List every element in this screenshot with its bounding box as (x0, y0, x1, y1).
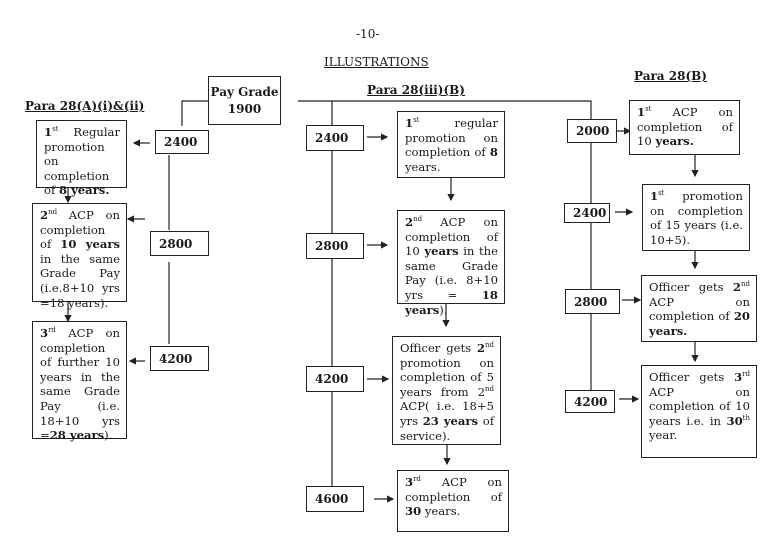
grade-box: 4200 (565, 390, 615, 413)
section-heading-middle: Para 28(iii)(B) (367, 83, 465, 97)
step-box: Officer gets 2nd ACP on completion of 20… (641, 275, 757, 342)
emphasis-text: years. (655, 134, 694, 149)
step-box: 1st promotion on completion of 15 years … (642, 184, 750, 251)
grade-box: 2800 (306, 233, 364, 259)
emphasis-text: 8 (489, 145, 498, 160)
grade-box: 2000 (567, 119, 617, 143)
step-box: 1st ACP on completion of 10 years. (629, 100, 740, 155)
emphasis-text: 28 years (49, 428, 105, 443)
step-box: 1st Regular promotion on completion of 8… (36, 120, 127, 197)
ordinal-suffix: nd (485, 384, 494, 393)
root-value: 1900 (227, 101, 262, 116)
emphasis-text: 30 (726, 413, 743, 428)
grade-box: 4600 (306, 486, 364, 512)
emphasis-text: 3 (40, 326, 49, 340)
step-text: year. (649, 428, 678, 443)
step-text: years. (421, 504, 461, 519)
step-text: ). (104, 428, 113, 443)
step-box: 3rd ACP on completion of further 10 year… (32, 321, 127, 443)
step-box: 2nd ACP on completion of 10 years in the… (397, 210, 505, 317)
ordinal-suffix: nd (48, 208, 58, 217)
connector-root-left (181, 100, 208, 126)
emphasis-text: 30 (405, 504, 422, 519)
step-text: Officer gets (649, 370, 735, 384)
emphasis-text: 2 (40, 208, 49, 222)
emphasis-text: 1 (44, 125, 53, 139)
step-text: in the same Grade Pay (i.e.8+10 yrs =18 … (40, 251, 120, 310)
page-title: ILLUSTRATIONS (324, 55, 429, 69)
step-text: regular promotion on completion of (405, 116, 498, 160)
grade-box: 2400 (155, 130, 209, 154)
emphasis-text: 10 years (60, 237, 120, 252)
grade-box: 2400 (306, 125, 364, 151)
step-box: 3rd ACP on completion of 30 years. (397, 470, 509, 532)
emphasis-text: 1 (405, 116, 414, 130)
grade-box: 4200 (306, 366, 364, 392)
step-text: ACP on completion of further 10 years in… (40, 326, 120, 443)
emphasis-text: years (424, 244, 459, 259)
step-box: 1st regular promotion on completion of 8… (397, 111, 505, 178)
ordinal-suffix: rd (413, 475, 421, 484)
step-box: Officer gets 3rd ACP on completion of 10… (641, 365, 757, 458)
step-text: Officer gets (649, 280, 733, 294)
step-text: ). (439, 302, 448, 317)
emphasis-text: 2 (476, 341, 485, 355)
section-heading-left: Para 28(A)(i)&(ii) (25, 99, 145, 113)
page-number: -10- (356, 27, 380, 41)
step-text: Officer gets (400, 341, 477, 355)
step-box: 2nd ACP on completion of 10 years in the… (32, 203, 127, 310)
emphasis-text: 2 (405, 215, 414, 229)
ordinal-suffix: rd (742, 370, 750, 379)
emphasis-text: 1 (650, 189, 659, 203)
step-box: Officer gets 2nd promotion on completion… (392, 336, 501, 445)
grade-box: 2800 (565, 289, 620, 314)
emphasis-text: 3 (734, 370, 743, 384)
emphasis-text: 2 (732, 280, 741, 294)
emphasis-text: 8 years. (58, 183, 110, 198)
step-text: promotion on completion of 5 years from … (400, 355, 494, 399)
ordinal-suffix: nd (485, 341, 494, 350)
ordinal-suffix: th (742, 413, 750, 422)
ordinal-suffix: nd (413, 215, 423, 224)
grade-box: 2400 (564, 203, 610, 223)
grade-box: 2800 (150, 231, 209, 256)
emphasis-text: 23 years (422, 413, 479, 428)
root-pay-grade-box: Pay Grade 1900 (208, 76, 281, 125)
step-text: promotion on completion of 15 years (i.e… (650, 189, 743, 247)
step-text: years. (405, 159, 441, 174)
emphasis-text: 1 (637, 105, 646, 119)
root-label: Pay Grade (210, 84, 279, 99)
emphasis-text: 3 (405, 475, 414, 489)
ordinal-suffix: nd (741, 280, 750, 289)
ordinal-suffix: rd (48, 326, 56, 335)
grade-box: 4200 (150, 346, 209, 371)
section-heading-right: Para 28(B) (634, 69, 707, 83)
